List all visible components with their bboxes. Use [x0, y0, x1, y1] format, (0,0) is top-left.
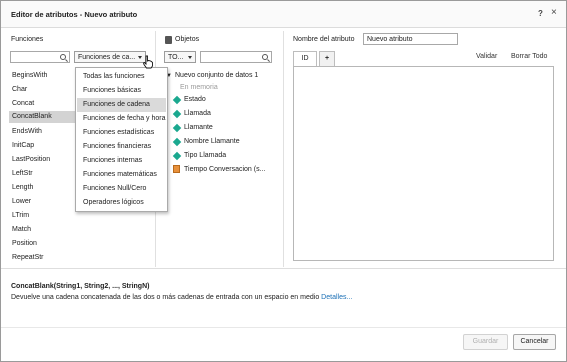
function-item[interactable]: LastPosition: [12, 156, 50, 163]
objects-filter-dropdown[interactable]: TO...: [164, 51, 196, 63]
function-item[interactable]: Concat: [12, 100, 34, 107]
add-tab-button[interactable]: +: [319, 51, 335, 66]
objects-filter-value: TO...: [168, 54, 184, 61]
function-item[interactable]: BeginsWith: [12, 72, 47, 79]
attribute-icon: [172, 95, 182, 105]
database-icon: [165, 36, 172, 44]
panel-divider: [283, 31, 284, 267]
attribute-icon: [172, 109, 182, 119]
memory-label: En memoria: [180, 84, 218, 91]
function-item-selected[interactable]: ConcatBlank: [9, 111, 75, 123]
footer-divider: [1, 327, 566, 328]
menu-item-highlighted[interactable]: Funciones de cadena: [77, 98, 166, 112]
function-item[interactable]: Position: [12, 240, 37, 247]
attribute-icon: [172, 151, 182, 161]
function-item[interactable]: Match: [12, 226, 31, 233]
attribute-editor-dialog: Editor de atributos - Nuevo atributo ? ×…: [0, 0, 567, 362]
functions-search-input[interactable]: [10, 51, 70, 63]
tab-id[interactable]: ID: [293, 51, 317, 66]
menu-item[interactable]: Funciones internas: [77, 154, 166, 168]
dialog-title: Editor de atributos - Nuevo atributo: [11, 10, 138, 19]
details-link[interactable]: Detalles...: [321, 294, 352, 301]
menu-item[interactable]: Operadores lógicos: [77, 196, 166, 210]
object-field[interactable]: Llamada: [184, 110, 211, 117]
object-field[interactable]: Llamante: [184, 124, 213, 131]
dialog-titlebar: Editor de atributos - Nuevo atributo ? ×: [1, 1, 566, 28]
attribute-form-icon: [172, 137, 182, 147]
menu-item[interactable]: Funciones de fecha y hora: [77, 112, 166, 126]
object-field[interactable]: Tipo Llamada: [184, 152, 226, 159]
formula-editor[interactable]: [293, 66, 554, 261]
object-field[interactable]: Estado: [184, 96, 206, 103]
function-item[interactable]: LTrim: [12, 212, 29, 219]
attribute-icon: [172, 123, 182, 133]
functions-heading: Funciones: [11, 36, 44, 43]
function-description-text: Devuelve una cadena concatenada de las d…: [11, 294, 320, 301]
function-item[interactable]: LeftStr: [12, 170, 33, 177]
hand-cursor-icon: [142, 55, 153, 69]
function-item[interactable]: Length: [12, 184, 33, 191]
menu-item[interactable]: Funciones Null/Cero: [77, 182, 166, 196]
objects-heading: Objetos: [175, 36, 200, 43]
object-field[interactable]: Tiempo Conversacion (s...: [184, 166, 265, 173]
save-button[interactable]: Guardar: [463, 334, 508, 350]
attribute-name-input[interactable]: Nuevo atributo: [363, 33, 458, 45]
chevron-down-icon: [188, 56, 192, 59]
menu-item[interactable]: Funciones financieras: [77, 140, 166, 154]
clear-all-button[interactable]: Borrar Todo: [511, 53, 547, 60]
function-category-value: Funciones de ca...: [78, 54, 136, 61]
function-item[interactable]: InitCap: [12, 142, 34, 149]
attribute-name-label: Nombre del atributo: [293, 36, 355, 43]
object-field[interactable]: Nombre Llamante: [184, 138, 240, 145]
validate-button[interactable]: Validar: [476, 53, 497, 60]
search-icon: [60, 54, 66, 60]
cancel-button[interactable]: Cancelar: [513, 334, 556, 350]
function-signature: ConcatBlank(String1, String2, ..., Strin…: [11, 283, 150, 290]
close-icon[interactable]: ×: [551, 7, 557, 18]
help-divider: [1, 268, 566, 269]
function-item[interactable]: RepeatStr: [12, 254, 44, 261]
function-category-menu: Todas las funciones Funciones básicas Fu…: [75, 67, 168, 212]
function-item[interactable]: Lower: [12, 198, 31, 205]
function-category-dropdown[interactable]: Funciones de ca...: [74, 51, 146, 63]
search-icon: [262, 54, 268, 60]
function-item[interactable]: Char: [12, 86, 27, 93]
function-item[interactable]: EndsWith: [12, 128, 42, 135]
attribute-name-value: Nuevo atributo: [367, 36, 413, 43]
metric-icon: [173, 165, 180, 173]
menu-item[interactable]: Funciones básicas: [77, 84, 166, 98]
help-icon[interactable]: ?: [538, 9, 543, 18]
menu-item[interactable]: Funciones matemáticas: [77, 168, 166, 182]
function-description: Devuelve una cadena concatenada de las d…: [11, 294, 352, 301]
menu-item[interactable]: Funciones estadísticas: [77, 126, 166, 140]
objects-search-input[interactable]: [200, 51, 272, 63]
menu-item[interactable]: Todas las funciones: [77, 70, 166, 84]
dataset-node[interactable]: Nuevo conjunto de datos 1: [175, 72, 258, 79]
